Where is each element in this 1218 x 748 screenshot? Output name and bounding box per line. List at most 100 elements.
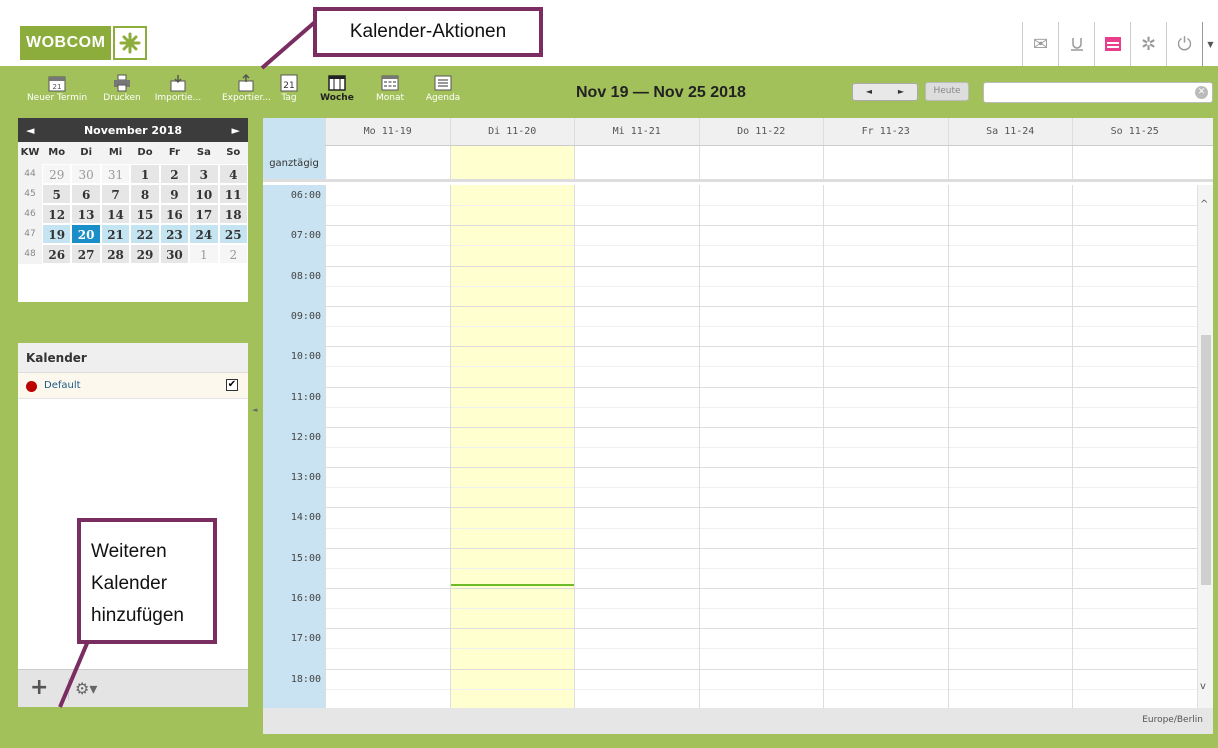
calendar-app-icon[interactable]	[1094, 22, 1130, 66]
next-period-button[interactable]: ►	[885, 84, 917, 100]
mini-calendar-day[interactable]: 25	[218, 224, 248, 244]
all-day-cell[interactable]	[574, 146, 699, 179]
weekday-header: Fr	[159, 142, 190, 164]
mail-icon[interactable]: ✉	[1022, 22, 1058, 66]
half-hour-line	[325, 366, 1197, 368]
calendar-options-gear-icon[interactable]: ⚙▾	[68, 678, 108, 700]
mini-calendar-day[interactable]: 12	[42, 204, 72, 224]
settings-gear-icon[interactable]: ✲	[1130, 22, 1166, 66]
storage-icon[interactable]	[1058, 22, 1094, 66]
mini-calendar-day[interactable]: 13	[71, 204, 101, 224]
timezone-label: Europe/Berlin	[1142, 715, 1203, 725]
all-day-cell[interactable]	[449, 146, 574, 179]
day-column-divider	[947, 185, 949, 708]
scroll-down-icon[interactable]: v	[1200, 681, 1206, 692]
mini-calendar-day[interactable]: 19	[42, 224, 72, 244]
top-icon-bar: ✉ ✲ ⏻ ▼	[1022, 22, 1218, 66]
mini-calendar-day[interactable]: 24	[189, 224, 219, 244]
half-hour-line	[325, 406, 1197, 408]
mini-calendar-day[interactable]: 30	[159, 244, 190, 264]
mini-calendar-day[interactable]: 4	[218, 164, 248, 184]
mini-calendar-day[interactable]: 28	[100, 244, 131, 264]
export-button[interactable]: Exportier...	[222, 74, 271, 110]
collapse-sidebar-icon[interactable]: ◄	[252, 406, 257, 414]
mini-calendar-day[interactable]: 16	[159, 204, 190, 224]
weekday-header: So	[218, 142, 248, 164]
mini-calendar-day[interactable]: 26	[42, 244, 72, 264]
all-day-cell[interactable]	[325, 146, 450, 179]
mini-calendar-day[interactable]: 2	[159, 164, 190, 184]
calendar-item-default[interactable]: Default ✔	[18, 373, 248, 399]
mini-calendar-day[interactable]: 1	[189, 244, 219, 264]
mini-calendar-day[interactable]: 7	[100, 184, 131, 204]
mini-calendar-day[interactable]: 6	[71, 184, 101, 204]
mini-calendar-day[interactable]: 29	[42, 164, 72, 184]
week-number[interactable]: 46	[18, 204, 42, 224]
all-day-cell[interactable]	[823, 146, 948, 179]
mini-calendar-day[interactable]: 27	[71, 244, 101, 264]
prev-period-button[interactable]: ◄	[853, 84, 885, 100]
calendar-visibility-checkbox[interactable]: ✔	[226, 379, 238, 391]
mini-calendar-day[interactable]: 2	[218, 244, 248, 264]
all-day-cell[interactable]	[947, 146, 1073, 179]
mini-calendar-day[interactable]: 18	[218, 204, 248, 224]
mini-calendar-day[interactable]: 5	[42, 184, 72, 204]
view-week-button[interactable]: Woche	[318, 74, 356, 110]
all-day-cell[interactable]	[1072, 146, 1197, 179]
import-button[interactable]: Importie...	[154, 74, 202, 110]
half-hour-line	[325, 205, 1197, 207]
next-month-button[interactable]: ►	[232, 124, 240, 137]
mini-calendar-day[interactable]: 17	[189, 204, 219, 224]
day-header[interactable]: So 11-25	[1072, 118, 1197, 145]
mini-calendar: ◄ November 2018 ► KW Mo Di Mi Do Fr Sa So 44 29 30…	[18, 118, 248, 302]
mini-calendar-day[interactable]: 29	[130, 244, 160, 264]
time-grid-scrollbar[interactable]: ^ v	[1197, 185, 1213, 708]
week-number[interactable]: 45	[18, 184, 42, 204]
scrollbar-thumb[interactable]	[1201, 335, 1211, 585]
mini-calendar-day[interactable]: 14	[100, 204, 131, 224]
hour-label: 15:00	[290, 552, 321, 564]
mini-calendar-day[interactable]: 9	[159, 184, 190, 204]
mini-calendar-day[interactable]: 1	[130, 164, 160, 184]
week-number[interactable]: 48	[18, 244, 42, 264]
mini-calendar-day[interactable]: 10	[189, 184, 219, 204]
view-agenda-button[interactable]: Agenda	[422, 74, 464, 110]
day-header[interactable]: Di 11-20	[449, 118, 575, 145]
chevron-down-icon[interactable]: ▼	[1202, 22, 1218, 66]
mini-calendar-day[interactable]: 11	[218, 184, 248, 204]
today-button[interactable]: Heute	[925, 82, 969, 101]
week-number[interactable]: 44	[18, 164, 42, 184]
hour-line	[325, 547, 1197, 549]
new-event-button[interactable]: 21 Neuer Termin	[20, 74, 94, 110]
clear-search-icon[interactable]: ✕	[1195, 86, 1208, 99]
mini-calendar-day[interactable]: 30	[71, 164, 101, 184]
day-header[interactable]: Do 11-22	[698, 118, 824, 145]
view-day-button[interactable]: 21 Tag	[276, 74, 302, 110]
search-input[interactable]: ✕	[983, 82, 1213, 103]
day-header[interactable]: Sa 11-24	[947, 118, 1073, 145]
mini-calendar-day[interactable]: 21	[100, 224, 131, 244]
mini-calendar-day[interactable]: 3	[189, 164, 219, 184]
time-grid[interactable]: 06:00 07:00 08:00 09:00 10:00 11:00 12:00 13:00…	[263, 185, 1213, 708]
day-header[interactable]: Fr 11-23	[823, 118, 948, 145]
mini-calendar-day[interactable]: 22	[130, 224, 160, 244]
mini-calendar-day[interactable]: 20	[71, 224, 101, 244]
mini-calendar-day[interactable]: 31	[100, 164, 131, 184]
scroll-up-icon[interactable]: ^	[1200, 199, 1208, 210]
day-header[interactable]: Mi 11-21	[574, 118, 699, 145]
week-number[interactable]: 47	[18, 224, 42, 244]
prev-month-button[interactable]: ◄	[26, 124, 34, 137]
mini-calendar-day[interactable]: 23	[159, 224, 190, 244]
print-button[interactable]: Drucken	[100, 74, 144, 110]
import-label: Importie...	[154, 93, 202, 103]
mini-calendar-day[interactable]: 8	[130, 184, 160, 204]
day-header[interactable]: Mo 11-19	[325, 118, 450, 145]
hour-line	[325, 426, 1197, 428]
all-day-cell[interactable]	[698, 146, 824, 179]
view-month-button[interactable]: Monat	[372, 74, 408, 110]
annotation-calendar-actions: Kalender-Aktionen	[313, 7, 543, 57]
hour-line	[325, 588, 1197, 589]
power-icon[interactable]: ⏻	[1166, 22, 1202, 66]
add-calendar-button[interactable]: +	[30, 677, 48, 699]
mini-calendar-day[interactable]: 15	[130, 204, 160, 224]
